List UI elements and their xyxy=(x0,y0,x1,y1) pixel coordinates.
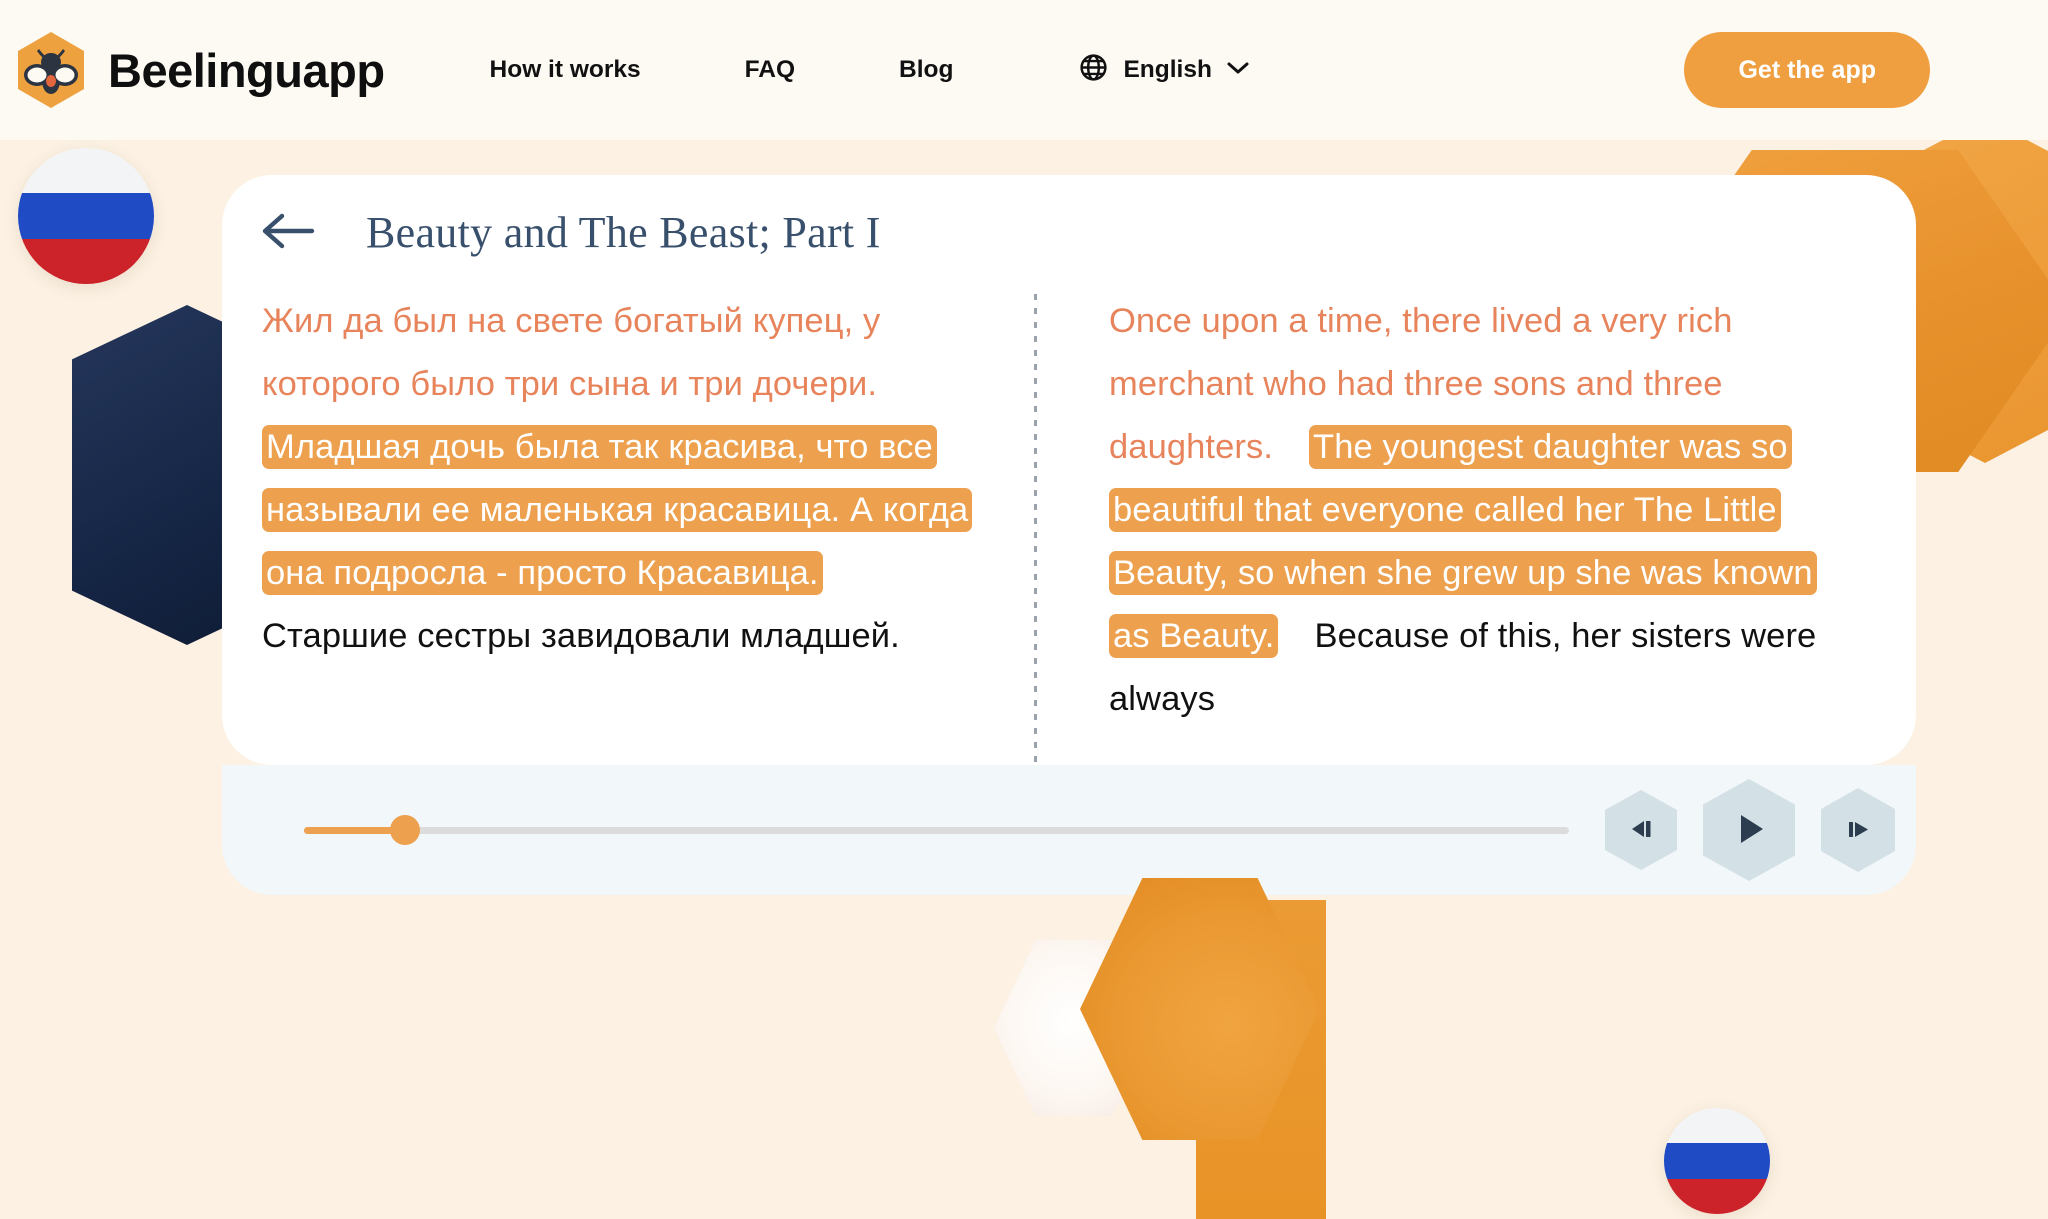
passage-highlighted-segment: Младшая дочь была так красива, что все н… xyxy=(262,425,973,595)
chevron-down-icon xyxy=(1226,60,1250,81)
audio-player-bar xyxy=(222,765,1916,895)
progress-slider[interactable] xyxy=(304,810,1569,850)
play-button[interactable] xyxy=(1703,779,1795,881)
russia-flag-icon-bottom-right xyxy=(1664,1108,1770,1214)
passage-read-segment: Жил да был на свете богатый купец, у кот… xyxy=(262,302,881,403)
reader-header: Beauty and The Beast; Part I xyxy=(222,175,1916,290)
playback-controls xyxy=(1605,779,1895,881)
skip-next-icon xyxy=(1843,814,1873,847)
column-english: Once upon a time, there lived a very ric… xyxy=(1069,290,1874,765)
nav-item-blog[interactable]: Blog xyxy=(899,46,953,94)
previous-button[interactable] xyxy=(1605,790,1677,870)
get-the-app-button[interactable]: Get the app xyxy=(1684,32,1930,108)
flag-band-blue xyxy=(1664,1143,1770,1179)
page-title: Beauty and The Beast; Part I xyxy=(366,208,881,257)
skip-previous-icon xyxy=(1626,814,1656,847)
play-icon xyxy=(1729,809,1769,852)
reader-card: Beauty and The Beast; Part I Жил да был … xyxy=(222,175,1916,765)
dual-language-columns: Жил да был на свете богатый купец, у кот… xyxy=(222,290,1916,765)
language-selector[interactable]: English xyxy=(1078,52,1249,88)
back-button[interactable] xyxy=(252,197,324,269)
brand-logo[interactable]: Beelinguapp xyxy=(16,31,385,109)
progress-thumb[interactable] xyxy=(390,815,421,845)
nav-item-how-it-works[interactable]: How it works xyxy=(490,46,641,94)
arrow-left-icon xyxy=(260,211,316,254)
passage-english[interactable]: Once upon a time, there lived a very ric… xyxy=(1109,290,1834,731)
globe-icon xyxy=(1078,52,1109,88)
progress-track[interactable] xyxy=(304,826,1569,834)
passage-russian[interactable]: Жил да был на свете богатый купец, у кот… xyxy=(262,290,987,668)
next-button[interactable] xyxy=(1821,788,1895,872)
russia-flag-icon-left xyxy=(18,148,154,284)
bee-logo-icon xyxy=(16,31,86,109)
passage-upcoming-segment: Старшие сестры завидовали младшей. xyxy=(262,617,900,655)
main-nav: How it works FAQ Blog xyxy=(490,46,954,94)
column-russian: Жил да был на свете богатый купец, у кот… xyxy=(222,290,1027,765)
nav-item-faq[interactable]: FAQ xyxy=(745,46,795,94)
language-value: English xyxy=(1123,56,1212,83)
flag-band-blue xyxy=(18,193,154,239)
site-header: Beelinguapp How it works FAQ Blog Englis… xyxy=(0,0,2048,140)
brand-name: Beelinguapp xyxy=(108,43,385,97)
column-divider xyxy=(1034,294,1037,764)
